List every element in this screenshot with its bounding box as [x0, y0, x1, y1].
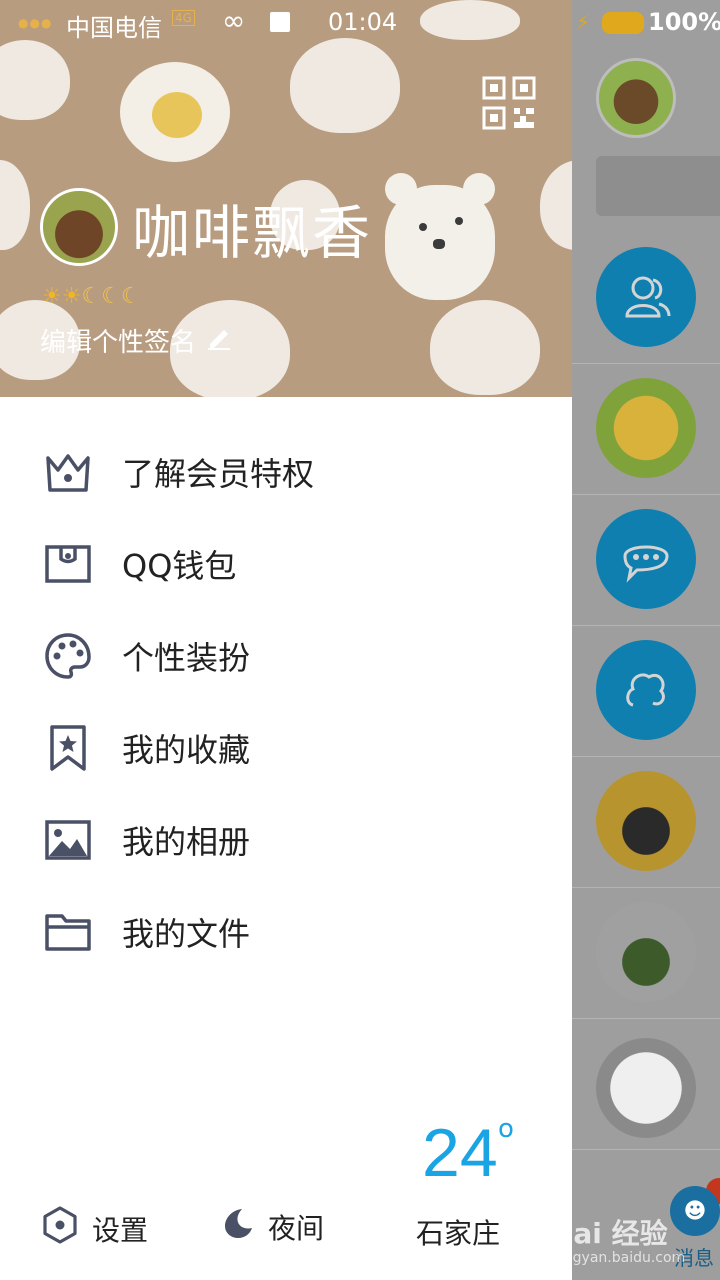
edit-signature[interactable]: 编辑个性签名 — [40, 322, 232, 359]
bun-decoration — [0, 40, 70, 120]
profile-avatar[interactable] — [40, 188, 118, 266]
background-list-row[interactable] — [572, 756, 720, 888]
menu-item-theme[interactable]: 个性装扮 — [0, 610, 572, 702]
menu-item-label: QQ钱包 — [122, 547, 237, 585]
settings-hexagon-icon — [42, 1206, 78, 1251]
moon-icon: ☾ — [101, 284, 121, 309]
status-bar: ●●● 中国电信 4G ∞ 01:04 ⚡ 100% — [0, 0, 720, 44]
palette-icon — [44, 632, 92, 680]
bookmark-star-icon — [44, 724, 92, 772]
profile-nickname[interactable]: 咖啡飘香 — [132, 186, 372, 270]
clock: 01:04 — [328, 8, 398, 36]
infinity-icon: ∞ — [222, 4, 246, 37]
background-user-avatar[interactable] — [596, 58, 676, 138]
menu-item-album[interactable]: 我的相册 — [0, 794, 572, 886]
moon-icon: ☾ — [120, 284, 141, 309]
settings-button[interactable]: 设置 — [42, 1206, 148, 1251]
battery-icon — [602, 12, 644, 34]
carrier-name: 中国电信 — [66, 14, 162, 42]
egg-yolk-decoration — [152, 92, 202, 138]
sun-icon: ☀ — [42, 284, 62, 309]
contacts-icon — [596, 247, 696, 347]
menu-item-label: 我的文件 — [122, 915, 251, 953]
menu-item-favorites[interactable]: 我的收藏 — [0, 702, 572, 794]
night-mode-button[interactable]: 夜间 — [220, 1206, 324, 1247]
signature-label: 编辑个性签名 — [40, 328, 197, 358]
menu-item-files[interactable]: 我的文件 — [0, 886, 572, 978]
menu-item-label: 了解会员特权 — [122, 455, 315, 493]
network-type-badge: 4G — [172, 10, 195, 26]
contact-avatar — [596, 378, 696, 478]
charging-icon: ⚡ — [576, 10, 591, 34]
battery-percent: 100% — [648, 8, 720, 36]
menu-item-label: 个性装扮 — [122, 639, 251, 677]
settings-label: 设置 — [92, 1213, 149, 1247]
photo-icon — [44, 816, 92, 864]
background-list-row[interactable] — [572, 494, 720, 626]
baidu-watermark-url: jingyan.baidu.com — [556, 1250, 686, 1266]
crown-icon — [44, 448, 92, 496]
moon-icon — [220, 1206, 254, 1247]
menu-item-label: 我的相册 — [122, 823, 251, 861]
chat-bubble-icon — [596, 509, 696, 609]
menu-item-wallet[interactable]: QQ钱包 — [0, 518, 572, 610]
degree-symbol: o — [498, 1114, 514, 1144]
baidu-watermark: Bai 经验 — [552, 1217, 668, 1250]
qr-code-icon[interactable] — [482, 76, 538, 130]
night-label: 夜间 — [268, 1211, 325, 1245]
bun-decoration — [290, 38, 400, 133]
group-chat-icon — [596, 640, 696, 740]
notification-icon — [270, 12, 290, 32]
folder-icon — [44, 908, 92, 956]
background-list-row[interactable] — [572, 1018, 720, 1150]
wallet-icon — [44, 540, 92, 588]
background-app-list: ☻ 消息 — [572, 0, 720, 1280]
background-list-row[interactable] — [572, 363, 720, 495]
background-list-row[interactable] — [572, 625, 720, 757]
signal-icon: ●●● — [18, 16, 53, 30]
moon-icon: ☾ — [81, 284, 102, 309]
bear-decoration — [385, 173, 495, 300]
weather-city[interactable]: 石家庄 — [416, 1212, 500, 1252]
bun-decoration — [0, 160, 30, 250]
background-list-row[interactable] — [572, 232, 720, 364]
background-list-row[interactable] — [572, 887, 720, 1019]
side-drawer: 咖啡飘香 ☀☀☾☾☾ 编辑个性签名 ●●● 中国电信 4G ∞ 01:04 ⚡ … — [0, 0, 720, 1280]
contact-avatar — [596, 902, 696, 1002]
message-tab-icon[interactable]: ☻ — [670, 1186, 720, 1236]
menu-item-label: 我的收藏 — [122, 731, 251, 769]
bun-decoration — [430, 300, 540, 395]
sun-icon: ☀ — [61, 284, 82, 309]
weather-temperature[interactable]: 24 — [422, 1114, 498, 1192]
contact-avatar — [596, 1038, 696, 1138]
level-badges[interactable]: ☀☀☾☾☾ — [42, 284, 141, 309]
pencil-icon — [206, 324, 232, 357]
menu-item-vip[interactable]: 了解会员特权 — [0, 426, 572, 518]
bun-decoration — [540, 160, 572, 250]
profile-header: 咖啡飘香 ☀☀☾☾☾ 编辑个性签名 — [0, 0, 572, 397]
contact-avatar — [596, 771, 696, 871]
background-search-bar[interactable] — [596, 156, 720, 216]
